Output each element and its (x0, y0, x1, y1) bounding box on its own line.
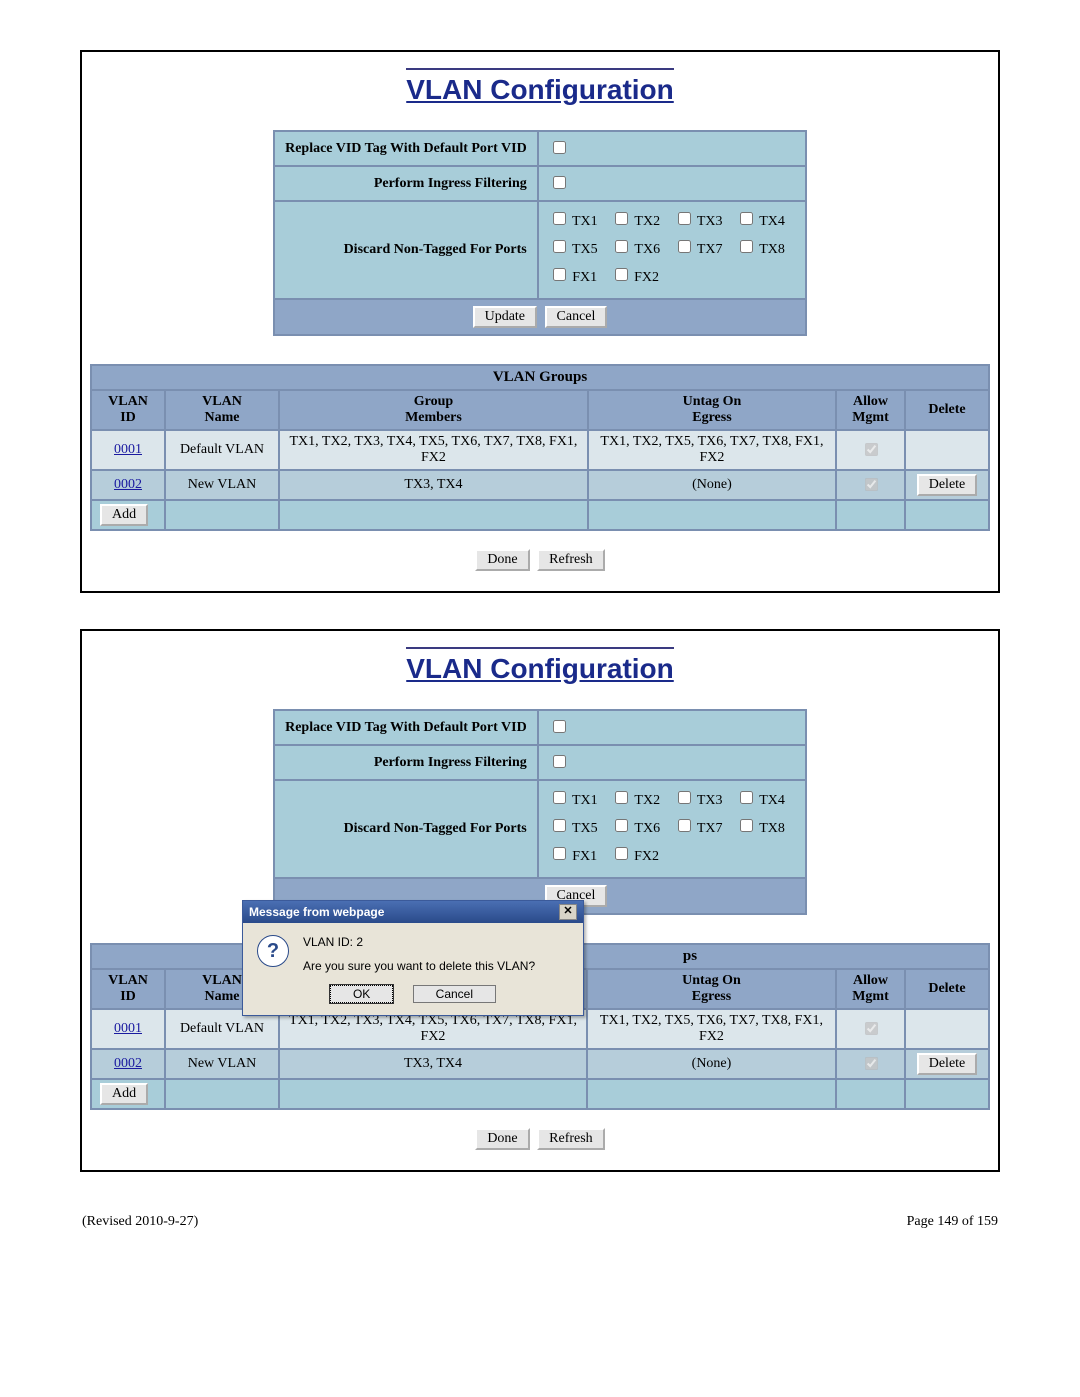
row-ingress-label: Perform Ingress Filtering (274, 166, 538, 201)
allow-mgmt-checkbox[interactable] (865, 443, 878, 456)
update-button[interactable]: Update (473, 306, 537, 328)
col-mgmt: Allow Mgmt (836, 969, 905, 1009)
vlan-id-link-0001[interactable]: 0001 (114, 442, 142, 457)
port-FX1-checkbox[interactable] (553, 847, 566, 860)
vlan-untag: TX1, TX2, TX5, TX6, TX7, TX8, FX1, FX2 (588, 430, 836, 470)
table-row: 0002 New VLAN TX3, TX4 (None) Delete (91, 470, 989, 500)
vlan-members: TX1, TX2, TX3, TX4, TX5, TX6, TX7, TX8, … (279, 430, 588, 470)
add-button[interactable]: Add (100, 504, 148, 526)
question-icon: ? (257, 935, 289, 967)
ports-grid: TX1 TX2 TX3 TX4 TX5 TX6 TX7 TX8 FX1 FX2 (538, 780, 806, 878)
vlan-groups-table: VLAN Groups VLAN ID VLAN Name Group Memb… (90, 364, 990, 531)
table-row-add: Add (91, 500, 989, 530)
port-TX5-checkbox[interactable] (553, 819, 566, 832)
port-TX4-checkbox[interactable] (740, 791, 753, 804)
row-replace-vid-label: Replace VID Tag With Default Port VID (274, 710, 538, 745)
port-FX1-checkbox[interactable] (553, 268, 566, 281)
replace-vid-checkbox[interactable] (553, 141, 566, 154)
col-id: VLAN ID (91, 969, 165, 1009)
table-row: 0002 New VLAN TX3, TX4 (None) Delete (91, 1049, 989, 1079)
delete-row-button[interactable]: Delete (917, 474, 978, 496)
ports-grid: TX1 TX2 TX3 TX4 TX5 TX6 TX7 TX8 FX1 FX2 (538, 201, 806, 299)
table-row-add: Add (91, 1079, 989, 1109)
col-members: Group Members (279, 390, 588, 430)
dialog-titlebar[interactable]: Message from webpage ✕ (243, 901, 583, 923)
port-TX6-checkbox[interactable] (615, 819, 628, 832)
vlan-members: TX3, TX4 (279, 1049, 587, 1079)
close-icon[interactable]: ✕ (559, 904, 577, 920)
vlan-untag: TX1, TX2, TX5, TX6, TX7, TX8, FX1, FX2 (587, 1009, 836, 1049)
refresh-button[interactable]: Refresh (537, 549, 605, 571)
footer-revised: (Revised 2010-9-27) (82, 1214, 198, 1230)
refresh-button[interactable]: Refresh (537, 1128, 605, 1150)
col-delete: Delete (905, 390, 989, 430)
ingress-filter-checkbox[interactable] (553, 176, 566, 189)
delete-row-button[interactable]: Delete (917, 1053, 978, 1075)
col-name: VLAN Name (165, 390, 279, 430)
vlan-name: New VLAN (165, 1049, 279, 1079)
vlan-name: New VLAN (165, 470, 279, 500)
vlan-name: Default VLAN (165, 430, 279, 470)
row-discard-label: Discard Non-Tagged For Ports (274, 201, 538, 299)
vlan-id-link-0001[interactable]: 0001 (114, 1021, 142, 1036)
footer-page-number: Page 149 of 159 (907, 1214, 998, 1230)
dialog-title-text: Message from webpage (249, 905, 384, 919)
vlan-id-link-0002[interactable]: 0002 (114, 1056, 142, 1071)
groups-title: VLAN Groups (91, 365, 989, 390)
port-TX1-checkbox[interactable] (553, 212, 566, 225)
add-button[interactable]: Add (100, 1083, 148, 1105)
vlan-config-table: Replace VID Tag With Default Port VID Pe… (273, 709, 807, 915)
page-title: VLAN Configuration (90, 68, 990, 106)
port-TX1-checkbox[interactable] (553, 791, 566, 804)
port-TX2-checkbox[interactable] (615, 791, 628, 804)
col-untag: Untag On Egress (587, 969, 836, 1009)
replace-vid-checkbox[interactable] (553, 720, 566, 733)
allow-mgmt-checkbox[interactable] (865, 478, 878, 491)
vlan-members: TX3, TX4 (279, 470, 588, 500)
port-TX7-checkbox[interactable] (678, 240, 691, 253)
allow-mgmt-checkbox[interactable] (865, 1022, 878, 1035)
col-mgmt: Allow Mgmt (836, 390, 905, 430)
row-ingress-label: Perform Ingress Filtering (274, 745, 538, 780)
col-untag: Untag On Egress (588, 390, 836, 430)
col-delete: Delete (905, 969, 989, 1009)
port-TX8-checkbox[interactable] (740, 240, 753, 253)
page-footer: (Revised 2010-9-27) Page 149 of 159 (80, 1208, 1000, 1230)
screenshot-2: VLAN Configuration Replace VID Tag With … (80, 629, 1000, 1172)
screenshot-1: VLAN Configuration Replace VID Tag With … (80, 50, 1000, 593)
page-title: VLAN Configuration (90, 647, 990, 685)
ingress-filter-checkbox[interactable] (553, 755, 566, 768)
table-row: 0001 Default VLAN TX1, TX2, TX3, TX4, TX… (91, 430, 989, 470)
dialog-line1: VLAN ID: 2 (303, 935, 535, 949)
port-TX8-checkbox[interactable] (740, 819, 753, 832)
done-button[interactable]: Done (475, 1128, 529, 1150)
vlan-untag: (None) (588, 470, 836, 500)
port-TX7-checkbox[interactable] (678, 819, 691, 832)
port-TX4-checkbox[interactable] (740, 212, 753, 225)
allow-mgmt-checkbox[interactable] (865, 1057, 878, 1070)
col-id: VLAN ID (91, 390, 165, 430)
vlan-config-table: Replace VID Tag With Default Port VID Pe… (273, 130, 807, 336)
port-TX6-checkbox[interactable] (615, 240, 628, 253)
port-TX2-checkbox[interactable] (615, 212, 628, 225)
vlan-id-link-0002[interactable]: 0002 (114, 477, 142, 492)
row-replace-vid-label: Replace VID Tag With Default Port VID (274, 131, 538, 166)
dialog-ok-button[interactable]: OK (330, 985, 393, 1003)
port-TX3-checkbox[interactable] (678, 212, 691, 225)
port-FX2-checkbox[interactable] (615, 847, 628, 860)
vlan-untag: (None) (587, 1049, 836, 1079)
row-discard-label: Discard Non-Tagged For Ports (274, 780, 538, 878)
port-TX5-checkbox[interactable] (553, 240, 566, 253)
cancel-button[interactable]: Cancel (545, 306, 608, 328)
dialog-cancel-button[interactable]: Cancel (413, 985, 496, 1003)
port-TX3-checkbox[interactable] (678, 791, 691, 804)
confirm-dialog: Message from webpage ✕ ? VLAN ID: 2 Are … (242, 900, 584, 1016)
done-button[interactable]: Done (475, 549, 529, 571)
dialog-line2: Are you sure you want to delete this VLA… (303, 959, 535, 973)
port-FX2-checkbox[interactable] (615, 268, 628, 281)
